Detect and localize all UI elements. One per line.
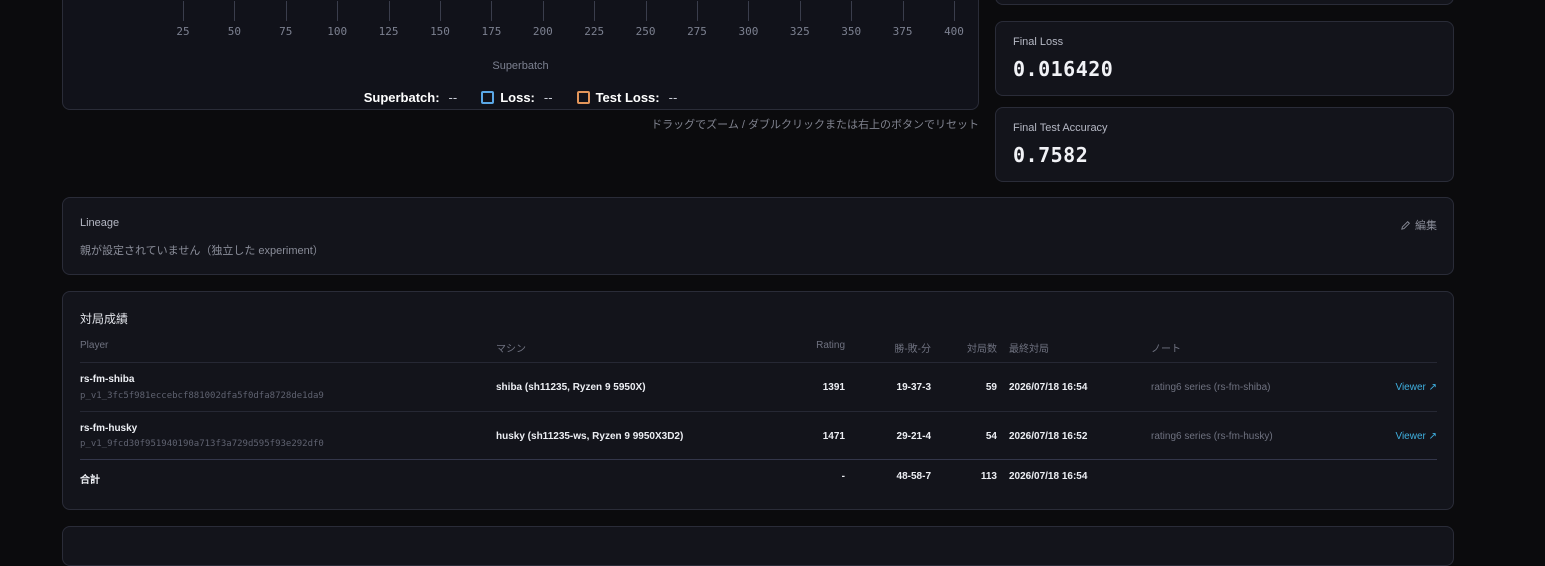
- total-last-game: 2026/07/18 16:54: [1009, 471, 1088, 482]
- x-tick-label: 225: [584, 25, 605, 38]
- x-tick-label: 300: [738, 25, 759, 38]
- final-test-accuracy-label: Final Test Accuracy: [1013, 122, 1108, 134]
- x-tick-label: 25: [176, 25, 190, 38]
- note-cell: rating6 series (rs-fm-husky): [1151, 431, 1273, 442]
- note-cell: rating6 series (rs-fm-shiba): [1151, 382, 1271, 393]
- x-tick-label: 250: [635, 25, 656, 38]
- total-rating: -: [841, 471, 845, 482]
- last-game-cell: 2026/07/18 16:54: [1009, 382, 1088, 393]
- lineage-title: Lineage: [80, 217, 120, 229]
- legend-superbatch-label: Superbatch:: [363, 90, 440, 105]
- loss-swatch-icon: [481, 91, 495, 104]
- col-header-rating: Rating: [816, 340, 845, 351]
- player-hash: p_v1_9fcd30f951940190a713f3a729d595f93e2…: [80, 439, 324, 449]
- test-loss-swatch-icon: [576, 91, 590, 104]
- player-name: rs-fm-shiba: [80, 374, 135, 385]
- x-tick-mark: [337, 1, 339, 21]
- x-tick-mark: [799, 1, 801, 21]
- games-cell: 59: [985, 382, 997, 393]
- x-tick-label: 125: [378, 25, 399, 38]
- col-header-games: 対局数: [967, 344, 997, 355]
- x-tick-mark: [902, 1, 904, 21]
- rating-cell: 1391: [822, 382, 845, 393]
- x-tick-label: 350: [841, 25, 862, 38]
- x-axis: 25 50 75 100 125 150 175 200 225 250 275 300 325 350 3…: [63, 1, 980, 41]
- x-tick-mark: [954, 1, 955, 21]
- last-game-cell: 2026/07/18 16:52: [1009, 431, 1088, 442]
- total-wld: 48-58-7: [896, 471, 931, 482]
- stat-card-top: [995, 0, 1454, 5]
- chart-legend: Superbatch: -- Loss: -- Test Loss: --: [63, 90, 978, 105]
- total-divider: [80, 459, 1437, 460]
- wld-cell: 29-21-4: [896, 431, 931, 442]
- final-test-accuracy-value: 0.7582: [1013, 143, 1089, 167]
- x-tick-mark: [594, 1, 596, 21]
- x-tick-label: 50: [227, 25, 242, 38]
- machine-cell: shiba (sh11235, Ryzen 9 5950X): [496, 382, 646, 393]
- x-tick-mark: [697, 1, 698, 21]
- match-results-title: 対局成績: [80, 312, 129, 326]
- match-results-card: 対局成績 Player マシン Rating 勝-敗-分 対局数 最終対局 ノー…: [62, 291, 1454, 510]
- lineage-card: Lineage 親が設定されていません（独立した experiment） 編集: [62, 197, 1454, 275]
- final-loss-value: 0.016420: [1013, 57, 1114, 81]
- loss-chart-card[interactable]: 25 50 75 100 125 150 175 200 225 250 275 300 325 350 3…: [62, 0, 979, 110]
- lineage-description: 親が設定されていません（独立した experiment）: [80, 245, 324, 257]
- col-header-player: Player: [80, 340, 109, 351]
- legend-test-loss-label: Test Loss:: [595, 90, 660, 105]
- col-header-note: ノート: [1151, 344, 1181, 355]
- x-tick-label: 375: [892, 25, 913, 38]
- x-tick-mark: [285, 1, 287, 21]
- pencil-icon: [1401, 220, 1410, 230]
- x-tick-mark: [542, 1, 544, 21]
- viewer-link[interactable]: Viewer ↗: [1353, 431, 1437, 442]
- games-cell: 54: [985, 431, 997, 442]
- col-header-machine: マシン: [496, 344, 526, 355]
- legend-loss-value: --: [543, 90, 553, 105]
- final-loss-card: Final Loss 0.016420: [995, 21, 1454, 96]
- final-test-accuracy-card: Final Test Accuracy 0.7582: [995, 107, 1454, 182]
- x-tick-label: 175: [481, 25, 502, 38]
- x-tick-mark: [183, 1, 184, 21]
- x-tick-label: 100: [327, 25, 348, 38]
- final-loss-label: Final Loss: [1013, 36, 1064, 48]
- x-tick-label: 75: [279, 25, 293, 38]
- col-header-wld: 勝-敗-分: [894, 344, 931, 355]
- x-tick-mark: [645, 1, 647, 21]
- player-name: rs-fm-husky: [80, 423, 138, 434]
- x-axis-title: Superbatch: [492, 60, 549, 72]
- machine-cell: husky (sh11235-ws, Ryzen 9 9950X3D2): [496, 431, 684, 442]
- x-tick-mark: [234, 1, 236, 21]
- x-tick-label: 325: [789, 25, 810, 38]
- lineage-edit-button[interactable]: 編集: [1400, 217, 1437, 233]
- x-tick-mark: [491, 1, 493, 21]
- x-tick-label: 275: [687, 25, 707, 38]
- x-tick-mark: [388, 1, 390, 21]
- total-games: 113: [980, 471, 997, 482]
- col-header-last-game: 最終対局: [1009, 344, 1049, 355]
- x-tick-mark: [440, 1, 441, 21]
- rating-cell: 1471: [822, 431, 845, 442]
- next-section-card: [62, 526, 1454, 566]
- wld-cell: 19-37-3: [896, 382, 931, 393]
- x-tick-mark: [851, 1, 853, 21]
- legend-superbatch: Superbatch: --: [364, 90, 458, 105]
- legend-test-loss-value: --: [668, 90, 678, 105]
- lineage-edit-label: 編集: [1415, 220, 1437, 232]
- row-divider: [80, 411, 1437, 412]
- legend-loss[interactable]: Loss: --: [481, 90, 553, 105]
- x-tick-label: 150: [430, 25, 450, 38]
- total-label: 合計: [80, 475, 100, 486]
- viewer-link[interactable]: Viewer ↗: [1353, 382, 1437, 393]
- legend-test-loss[interactable]: Test Loss: --: [576, 90, 678, 105]
- chart-zoom-hint: ドラッグでズーム / ダブルクリックまたは右上のボタンでリセット: [651, 119, 979, 131]
- player-hash: p_v1_3fc5f981eccebcf881002dfa5f0dfa8728d…: [80, 391, 324, 401]
- x-tick-label: 200: [532, 25, 553, 38]
- legend-loss-label: Loss:: [500, 90, 535, 105]
- header-divider: [80, 362, 1437, 363]
- x-tick-mark: [748, 1, 750, 21]
- x-tick-label: 400: [944, 25, 964, 38]
- legend-superbatch-value: --: [448, 90, 458, 105]
